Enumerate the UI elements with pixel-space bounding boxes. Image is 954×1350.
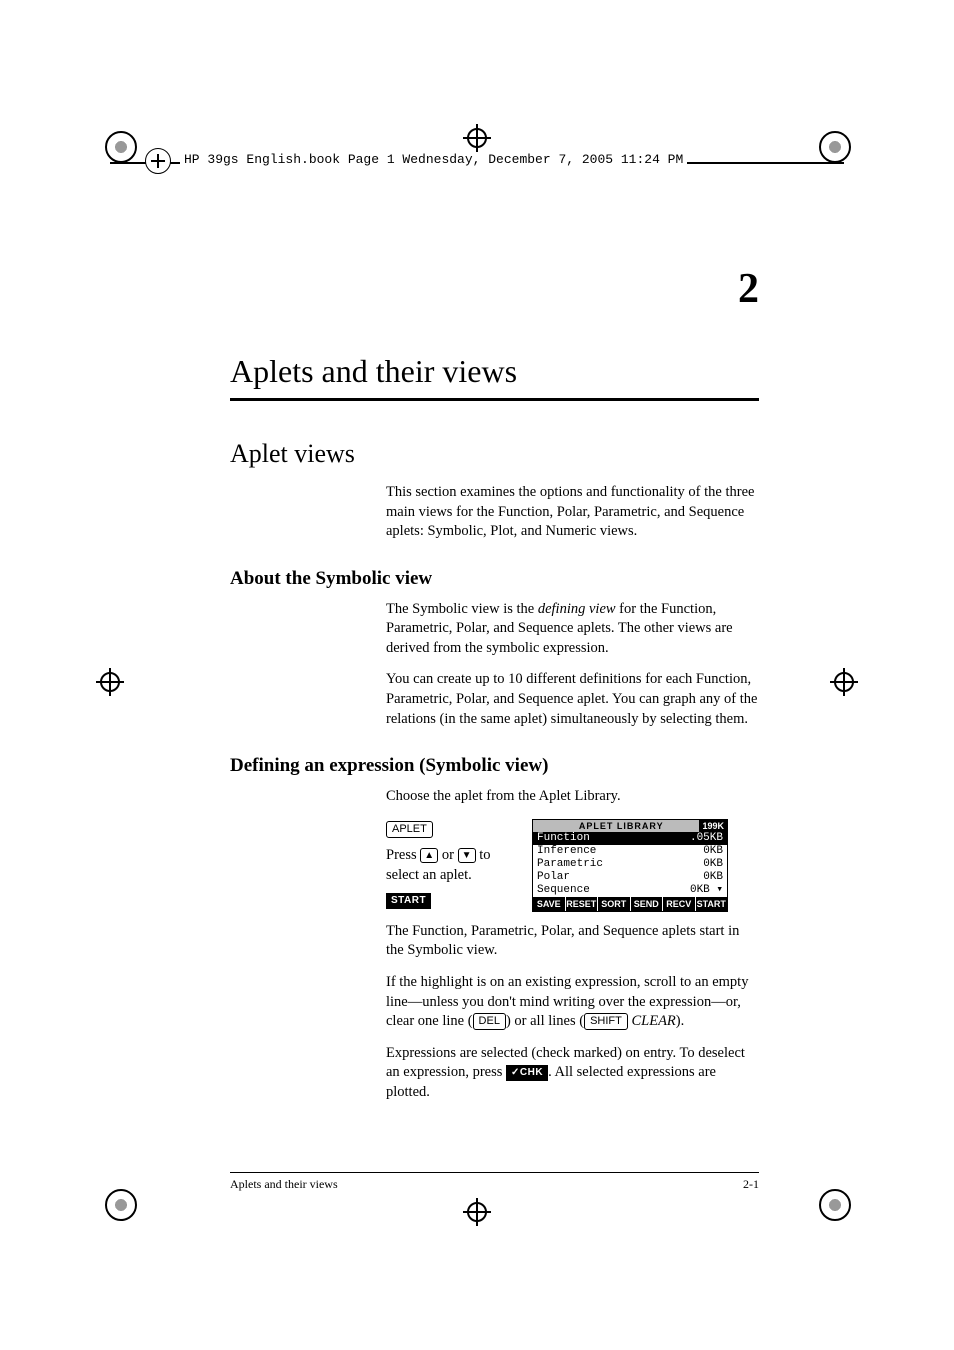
calc-softkey: SEND — [631, 897, 664, 911]
calc-softkey: SAVE — [533, 897, 566, 911]
def-p1: Choose the aplet from the Aplet Library. — [386, 787, 759, 807]
def-p2: The Function, Parametric, Polar, and Seq… — [386, 922, 759, 961]
calc-row: Sequence0KB ▾ — [533, 884, 727, 897]
calc-row: Parametric0KB — [533, 858, 727, 871]
up-arrow-key-icon: ▲ — [420, 848, 438, 863]
calc-memory: 199K — [699, 820, 727, 832]
def-p4: Expressions are selected (check marked) … — [386, 1044, 759, 1103]
symbolic-p2: You can create up to 10 different defini… — [386, 670, 759, 729]
chapter-title: Aplets and their views — [230, 353, 759, 390]
book-icon — [145, 148, 171, 174]
crosshair-icon — [822, 660, 866, 704]
title-rule — [230, 398, 759, 401]
calc-row: Inference0KB — [533, 845, 727, 858]
calc-softkey: RESET — [566, 897, 599, 911]
down-arrow-key-icon: ▼ — [458, 848, 476, 863]
chapter-number: 2 — [230, 265, 759, 313]
symbolic-p1: The Symbolic view is the defining view f… — [386, 600, 759, 659]
heading-aplet-views: Aplet views — [230, 439, 759, 469]
heading-symbolic-view: About the Symbolic view — [230, 568, 759, 590]
calc-softkey-menu: SAVERESETSORTSENDRECVSTART — [533, 897, 727, 911]
registration-mark-icon — [100, 126, 140, 166]
start-softkey-icon: START — [386, 893, 431, 909]
shift-key-icon: SHIFT — [584, 1013, 628, 1030]
registration-mark-icon — [100, 1184, 140, 1224]
calc-softkey: START — [696, 897, 728, 911]
calc-softkey: RECV — [663, 897, 696, 911]
calc-row: Function.05KB — [533, 832, 727, 845]
calculator-screen: APLET LIBRARY 199K Function.05KBInferenc… — [532, 819, 728, 912]
registration-mark-icon — [814, 126, 854, 166]
calc-softkey: SORT — [598, 897, 631, 911]
calc-title: APLET LIBRARY — [543, 820, 699, 832]
aplet-key-icon: APLET — [386, 821, 433, 838]
header-meta: HP 39gs English.book Page 1 Wednesday, D… — [180, 152, 687, 167]
intro-paragraph: This section examines the options and fu… — [386, 483, 759, 542]
footer-title: Aplets and their views — [230, 1177, 338, 1192]
crosshair-icon — [88, 660, 132, 704]
heading-defining-expression: Defining an expression (Symbolic view) — [230, 755, 759, 777]
def-p3: If the highlight is on an existing expre… — [386, 973, 759, 1032]
chk-softkey-icon: ✓CHK — [506, 1065, 548, 1081]
instruction-left-col: APLET Press ▲ or ▼ to select an aplet. S… — [386, 819, 514, 912]
page-number: 2-1 — [743, 1177, 759, 1192]
calc-row: Polar0KB — [533, 871, 727, 884]
registration-mark-icon — [814, 1184, 854, 1224]
crosshair-icon — [455, 1190, 499, 1234]
del-key-icon: DEL — [473, 1013, 506, 1030]
